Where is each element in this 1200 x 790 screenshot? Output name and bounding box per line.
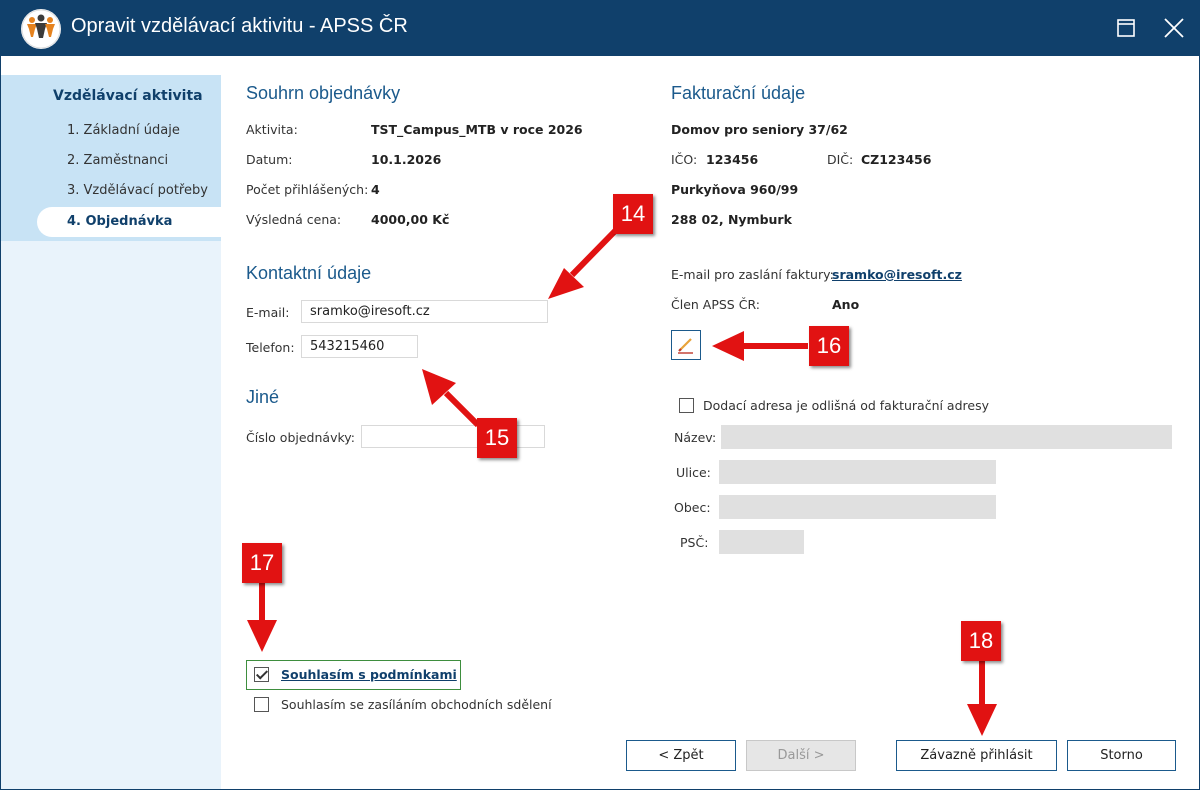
- delivery-street-field: [719, 460, 996, 484]
- invoice-email-link[interactable]: sramko@iresoft.cz: [832, 267, 962, 282]
- sidebar: Vzdělávací aktivita 1. Základní údaje 2.…: [1, 75, 221, 789]
- marketing-checkbox[interactable]: [254, 697, 269, 712]
- annotation-badge-16: 16: [809, 326, 849, 366]
- delivery-name-field: [721, 425, 1172, 449]
- sidebar-item-order[interactable]: 4. Objednávka: [37, 207, 221, 237]
- delivery-city-field: [719, 495, 996, 519]
- delivery-zip-label: PSČ:: [680, 535, 709, 550]
- annotation-badge-18: 18: [961, 621, 1001, 661]
- sidebar-heading: Vzdělávací aktivita: [53, 88, 203, 104]
- delivery-city-label: Obec:: [674, 500, 711, 515]
- summary-label-price: Výsledná cena:: [246, 212, 342, 227]
- sidebar-item-basic-data[interactable]: 1. Základní údaje: [67, 123, 180, 138]
- ico-value: 123456: [706, 152, 759, 167]
- summary-label-date: Datum:: [246, 152, 293, 167]
- annotation-badge-17: 17: [242, 543, 282, 583]
- summary-value-activity: TST_Campus_MTB v roce 2026: [371, 122, 583, 137]
- contact-title: Kontaktní údaje: [246, 263, 372, 283]
- sidebar-item-label: 4. Objednávka: [67, 214, 173, 229]
- sidebar-item-employees[interactable]: 2. Zaměstnanci: [67, 153, 168, 168]
- window-title: Opravit vzdělávací aktivitu - APSS ČR: [71, 15, 408, 37]
- order-number-label: Číslo objednávky:: [246, 430, 355, 445]
- summary-value-price: 4000,00 Kč: [371, 212, 450, 227]
- sidebar-steps: Vzdělávací aktivita 1. Základní údaje 2.…: [1, 75, 221, 241]
- billing-city: 288 02, Nymburk: [671, 212, 792, 227]
- summary-value-count: 4: [371, 182, 380, 197]
- dic-value: CZ123456: [861, 152, 932, 167]
- summary-label-count: Počet přihlášených:: [246, 182, 369, 197]
- summary-value-date: 10.1.2026: [371, 152, 442, 167]
- terms-checkbox[interactable]: [254, 667, 269, 682]
- billing-street: Purkyňova 960/99: [671, 182, 799, 197]
- summary-title: Souhrn objednávky: [246, 83, 401, 103]
- annotation-badge-15: 15: [477, 418, 517, 458]
- email-field[interactable]: [301, 300, 548, 323]
- edit-billing-button[interactable]: [671, 330, 701, 360]
- delivery-zip-field: [719, 530, 804, 554]
- dic-label: DIČ:: [827, 152, 854, 167]
- member-value: Ano: [832, 297, 860, 312]
- member-label: Člen APSS ČR:: [671, 297, 760, 312]
- phone-field[interactable]: [301, 335, 418, 358]
- marketing-label: Souhlasím se zasíláním obchodních sdělen…: [281, 697, 552, 712]
- next-button[interactable]: Další >: [746, 740, 856, 771]
- sidebar-item-education-needs[interactable]: 3. Vzdělávací potřeby: [67, 183, 208, 198]
- other-title: Jiné: [246, 387, 280, 407]
- maximize-icon[interactable]: [1112, 14, 1140, 42]
- submit-button[interactable]: Závazně přihlásit: [896, 740, 1057, 771]
- apss-logo: [21, 9, 61, 49]
- email-label: E-mail:: [246, 305, 290, 320]
- different-delivery-label: Dodací adresa je odlišná od fakturační a…: [703, 398, 989, 413]
- delivery-name-label: Název:: [674, 430, 717, 445]
- back-button[interactable]: < Zpět: [626, 740, 736, 771]
- order-number-field[interactable]: [361, 425, 545, 448]
- different-delivery-checkbox[interactable]: [679, 398, 694, 413]
- close-icon[interactable]: [1160, 14, 1188, 42]
- terms-link[interactable]: Souhlasím s podmínkami: [281, 667, 457, 682]
- pencil-icon: [678, 338, 693, 354]
- invoice-email-label: E-mail pro zaslání faktury:: [671, 267, 834, 282]
- phone-label: Telefon:: [246, 340, 295, 355]
- title-bar: Opravit vzdělávací aktivitu - APSS ČR: [0, 0, 1200, 56]
- ico-label: IČO:: [671, 152, 698, 167]
- cancel-button[interactable]: Storno: [1067, 740, 1176, 771]
- summary-label-activity: Aktivita:: [246, 122, 298, 137]
- delivery-street-label: Ulice:: [676, 465, 711, 480]
- billing-title: Fakturační údaje: [671, 83, 806, 103]
- billing-name: Domov pro seniory 37/62: [671, 122, 848, 137]
- annotation-badge-14: 14: [613, 194, 653, 234]
